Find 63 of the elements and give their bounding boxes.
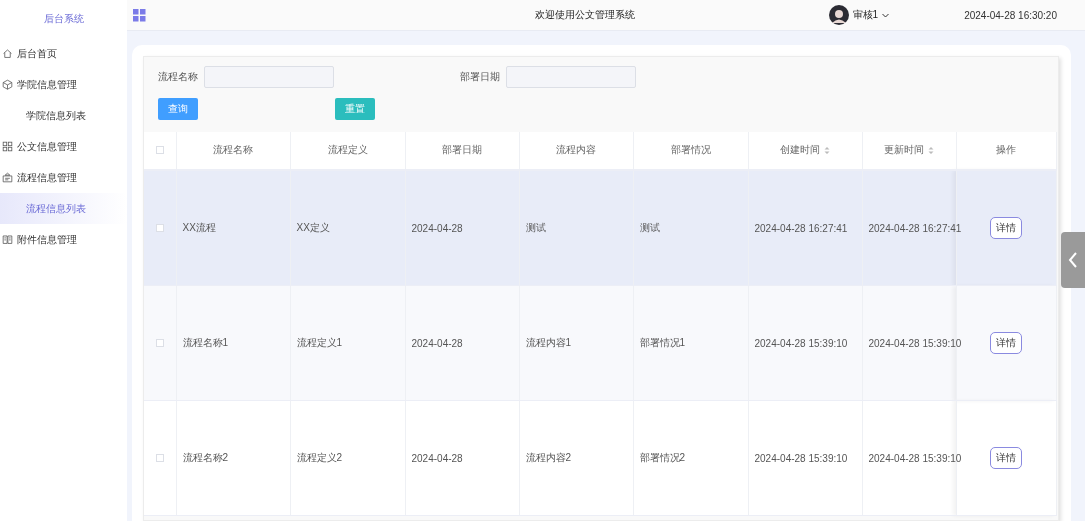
checkbox[interactable] bbox=[155, 453, 164, 462]
checkbox[interactable] bbox=[155, 223, 164, 232]
table-cell: 流程内容2 bbox=[525, 452, 572, 463]
column-header: 操作 bbox=[996, 144, 1016, 157]
menu-item[interactable]: 学院信息管理 bbox=[0, 69, 127, 100]
field-label: 部署日期 bbox=[460, 70, 500, 84]
column-header: 部署情况 bbox=[670, 144, 711, 157]
table-cell: 2024-04-28 16:27:41 bbox=[868, 222, 962, 234]
table-cell: 测试 bbox=[525, 222, 546, 233]
table-cell: 流程名称1 bbox=[182, 337, 229, 348]
table-cell: 2024-04-28 15:39:10 bbox=[868, 337, 962, 349]
table-cell: 流程定义2 bbox=[296, 452, 343, 463]
details-button[interactable]: 详情 bbox=[990, 447, 1022, 469]
book-icon bbox=[2, 234, 13, 245]
grid-icon bbox=[2, 141, 13, 152]
table-cell: 部署情况1 bbox=[639, 337, 686, 348]
table-cell: 2024-04-28 15:39:10 bbox=[868, 452, 962, 464]
table-cell: 2024-04-28 15:39:10 bbox=[754, 452, 848, 464]
menu-item[interactable]: 附件信息管理 bbox=[0, 224, 127, 255]
tray-icon bbox=[2, 172, 13, 183]
table-cell: 2024-04-28 15:39:10 bbox=[754, 337, 848, 349]
page-title: 欢迎使用公文管理系统 bbox=[533, 8, 636, 22]
column-header: 流程名称 bbox=[213, 144, 253, 157]
details-button[interactable]: 详情 bbox=[990, 332, 1022, 354]
column-header: 创建时间 bbox=[780, 144, 820, 157]
column-header: 部署日期 bbox=[442, 144, 482, 157]
table-cell: 2024-04-28 bbox=[411, 337, 463, 349]
table-cell: 2024-04-28 16:27:41 bbox=[754, 222, 848, 234]
collapse-tab[interactable] bbox=[1061, 232, 1085, 288]
column-header: 流程定义 bbox=[327, 144, 368, 157]
table-cell: 2024-04-28 bbox=[411, 452, 463, 464]
table-cell: 流程名称2 bbox=[182, 452, 229, 463]
field-label: 流程名称 bbox=[158, 70, 198, 84]
user-name[interactable]: 审核1 bbox=[852, 8, 879, 22]
input-field[interactable] bbox=[204, 66, 334, 88]
table-cell: 流程内容1 bbox=[525, 337, 572, 348]
caret-icon[interactable] bbox=[882, 12, 890, 18]
menu-item[interactable]: 公文信息管理 bbox=[0, 131, 127, 162]
details-button[interactable]: 详情 bbox=[990, 217, 1022, 239]
menu-item[interactable]: 流程信息管理 bbox=[0, 162, 127, 193]
table-cell: 部署情况2 bbox=[639, 452, 686, 463]
cube-icon bbox=[2, 79, 13, 90]
chevron-left-icon bbox=[1067, 251, 1079, 269]
sidebar-title: 后台系统 bbox=[43, 12, 84, 26]
submenu-item[interactable]: 流程信息列表 bbox=[0, 193, 127, 224]
menu-item[interactable]: 后台首页 bbox=[0, 38, 127, 69]
sort-icon[interactable] bbox=[928, 146, 934, 155]
table-cell: XX流程 bbox=[182, 222, 216, 233]
table-cell: XX定义 bbox=[296, 222, 330, 233]
input-field[interactable] bbox=[506, 66, 636, 88]
sort-icon[interactable] bbox=[824, 146, 830, 155]
home-icon bbox=[2, 48, 13, 59]
table-cell: 流程定义1 bbox=[296, 337, 343, 348]
checkbox[interactable] bbox=[155, 146, 164, 154]
checkbox[interactable] bbox=[155, 338, 164, 347]
table-cell: 测试 bbox=[639, 222, 660, 233]
table-cell: 2024-04-28 bbox=[411, 222, 463, 234]
datetime: 2024-04-28 16:30:20 bbox=[964, 9, 1057, 21]
avatar-icon[interactable] bbox=[828, 5, 849, 25]
grid-menu-icon[interactable] bbox=[133, 8, 146, 22]
submenu-item[interactable]: 学院信息列表 bbox=[0, 100, 127, 131]
column-header: 流程内容 bbox=[556, 144, 596, 157]
column-header: 更新时间 bbox=[884, 144, 924, 157]
